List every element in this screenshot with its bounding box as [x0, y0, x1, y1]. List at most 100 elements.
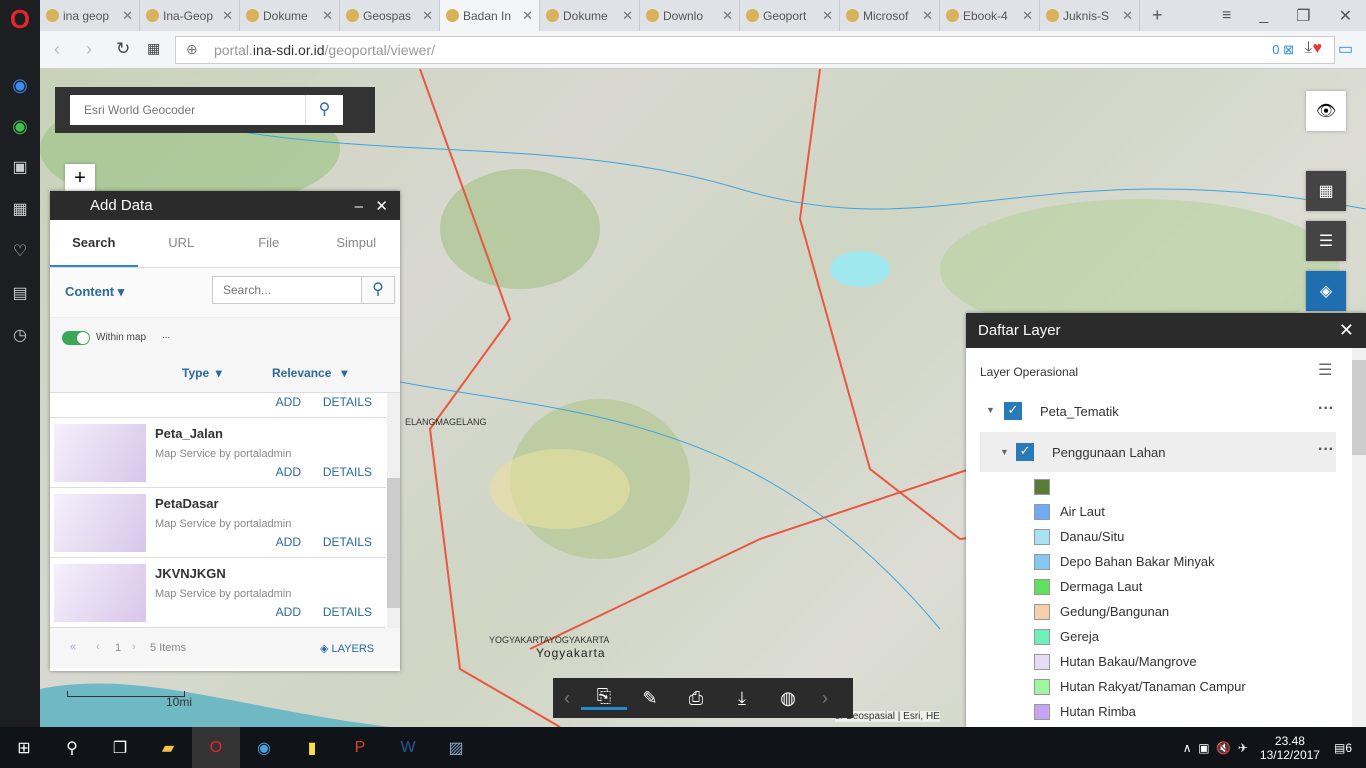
- close-tab-icon[interactable]: ✕: [1122, 8, 1133, 24]
- opera-logo-icon[interactable]: O: [0, 4, 40, 35]
- add-link[interactable]: ADD: [276, 395, 301, 409]
- tab-simpul[interactable]: Simpul: [313, 220, 401, 267]
- details-link[interactable]: DETAILS: [323, 465, 372, 479]
- more-options[interactable]: ...: [162, 330, 170, 341]
- whatsapp-icon[interactable]: ◉: [0, 116, 40, 137]
- browser-tab[interactable]: ina geop ✕: [40, 0, 140, 31]
- toolbar-prev-icon[interactable]: ‹: [553, 688, 581, 709]
- search-button[interactable]: ⚲: [305, 95, 343, 125]
- browser-tab[interactable]: Juknis-S ✕: [1040, 0, 1140, 31]
- scrollbar[interactable]: [1352, 348, 1366, 727]
- close-tab-icon[interactable]: ✕: [322, 8, 333, 24]
- zoom-in-button[interactable]: +: [65, 164, 95, 192]
- within-map-toggle[interactable]: [62, 331, 90, 345]
- browser-tab[interactable]: Geoport ✕: [740, 0, 840, 31]
- details-link[interactable]: DETAILS: [323, 605, 372, 619]
- url-input[interactable]: ⊕ portal.ina-sdi.or.id/geoportal/viewer/…: [175, 36, 1335, 64]
- news-icon[interactable]: ▤: [0, 283, 40, 303]
- close-tab-icon[interactable]: ✕: [122, 8, 133, 24]
- content-search-input[interactable]: [212, 276, 362, 304]
- globe-tool-icon[interactable]: ◍: [765, 688, 811, 709]
- content-dropdown[interactable]: Content ▾: [65, 284, 124, 300]
- browser-tab[interactable]: Ebook-4 ✕: [940, 0, 1040, 31]
- close-tab-icon[interactable]: ✕: [722, 8, 733, 24]
- peta-tematik-checkbox[interactable]: ✓: [1004, 402, 1022, 420]
- browser-tab[interactable]: Microsof ✕: [840, 0, 940, 31]
- more-icon[interactable]: ···: [1318, 400, 1334, 418]
- first-page-icon[interactable]: «: [70, 641, 76, 653]
- file-explorer-icon[interactable]: ▰: [144, 727, 192, 768]
- word-icon[interactable]: W: [384, 727, 432, 768]
- camera-icon[interactable]: ▣: [0, 157, 40, 177]
- minimize-icon[interactable]: –: [355, 198, 363, 215]
- back-icon[interactable]: ‹: [54, 39, 60, 60]
- layers-link[interactable]: ◈ LAYERS: [320, 642, 374, 655]
- speed-dial-icon[interactable]: ▦: [0, 199, 40, 219]
- heart-bookmark-icon[interactable]: ♥: [1313, 40, 1323, 58]
- close-tab-icon[interactable]: ✕: [822, 8, 833, 24]
- prev-page-icon[interactable]: ‹: [96, 641, 100, 653]
- browser-tab[interactable]: Ina-Geop ✕: [140, 0, 240, 31]
- download-tool-icon[interactable]: ⤓: [719, 688, 765, 709]
- battery-icon[interactable]: ▭: [1338, 39, 1353, 59]
- toolbar-next-icon[interactable]: ›: [811, 688, 839, 709]
- close-tab-icon[interactable]: ✕: [422, 8, 433, 24]
- print-tool-icon[interactable]: ⎙: [673, 688, 719, 709]
- collapse-icon[interactable]: ▼: [986, 405, 995, 415]
- tab-menu-icon[interactable]: ≡: [1208, 7, 1245, 25]
- map-view[interactable]: ELANGMAGELANG YOGYAKARTAYOGYAKARTA Yogya…: [40, 69, 1366, 727]
- tab-search[interactable]: Search: [50, 220, 138, 267]
- collapse-icon[interactable]: ▼: [1000, 447, 1009, 457]
- close-window-icon[interactable]: ✕: [1325, 6, 1366, 26]
- more-icon[interactable]: ···: [1318, 441, 1334, 459]
- type-dropdown[interactable]: Type ▾: [182, 366, 222, 380]
- new-tab-icon[interactable]: +: [1140, 5, 1175, 26]
- basemap-gallery-button[interactable]: ▦: [1306, 171, 1346, 211]
- close-icon[interactable]: ✕: [1339, 320, 1354, 341]
- minimize-window-icon[interactable]: _: [1245, 7, 1282, 25]
- opera-taskbar-icon[interactable]: O: [192, 727, 240, 768]
- next-page-icon[interactable]: ›: [132, 641, 136, 653]
- geocoder-input[interactable]: [70, 95, 305, 125]
- sticky-notes-icon[interactable]: ▮: [288, 727, 336, 768]
- browser-tab[interactable]: Dokume ✕: [540, 0, 640, 31]
- forward-icon[interactable]: ›: [86, 39, 92, 60]
- close-tab-icon[interactable]: ✕: [922, 8, 933, 24]
- relevance-dropdown[interactable]: Relevance ▾: [272, 366, 347, 380]
- reload-icon[interactable]: ↻: [116, 39, 130, 59]
- browser-tab[interactable]: Dokume ✕: [240, 0, 340, 31]
- close-tab-icon[interactable]: ✕: [522, 8, 533, 24]
- tab-file[interactable]: File: [225, 220, 313, 267]
- messenger-icon[interactable]: ◉: [0, 75, 40, 96]
- start-button[interactable]: ⊞: [0, 727, 48, 768]
- adblock-icon[interactable]: 0 ⊠: [1272, 42, 1294, 58]
- tab-url[interactable]: URL: [138, 220, 226, 267]
- content-search-button[interactable]: ⚲: [361, 276, 395, 304]
- search-taskbar-icon[interactable]: ⚲: [48, 727, 96, 768]
- details-link[interactable]: DETAILS: [323, 535, 372, 549]
- options-icon[interactable]: ☰: [1318, 360, 1332, 380]
- photos-icon[interactable]: ▨: [432, 727, 480, 768]
- details-link[interactable]: DETAILS: [323, 395, 372, 409]
- browser-tab[interactable]: Badan In ✕: [440, 0, 540, 31]
- add-link[interactable]: ADD: [276, 465, 301, 479]
- legend-button[interactable]: ☰: [1306, 221, 1346, 261]
- scrollbar[interactable]: [387, 393, 400, 628]
- close-icon[interactable]: ✕: [375, 198, 388, 215]
- add-data-tool-icon[interactable]: ⎘: [581, 686, 627, 710]
- eye-button[interactable]: 👁: [1306, 91, 1346, 131]
- tabs-grid-icon[interactable]: ▦: [147, 40, 160, 57]
- browser-tab[interactable]: Geospas ✕: [340, 0, 440, 31]
- penggunaan-lahan-checkbox[interactable]: ✓: [1016, 443, 1034, 461]
- powerpoint-icon[interactable]: P: [336, 727, 384, 768]
- restore-window-icon[interactable]: ❐: [1282, 6, 1324, 26]
- close-tab-icon[interactable]: ✕: [1022, 8, 1033, 24]
- history-icon[interactable]: ◷: [0, 325, 40, 345]
- layer-list-button[interactable]: ◈: [1306, 271, 1346, 311]
- close-tab-icon[interactable]: ✕: [622, 8, 633, 24]
- measure-tool-icon[interactable]: ✎: [627, 688, 673, 709]
- system-tray-icons[interactable]: ∧ ▣ 🔇 ✈: [1183, 741, 1248, 755]
- close-tab-icon[interactable]: ✕: [222, 8, 233, 24]
- download-icon[interactable]: ⤓: [1305, 39, 1312, 57]
- add-link[interactable]: ADD: [276, 535, 301, 549]
